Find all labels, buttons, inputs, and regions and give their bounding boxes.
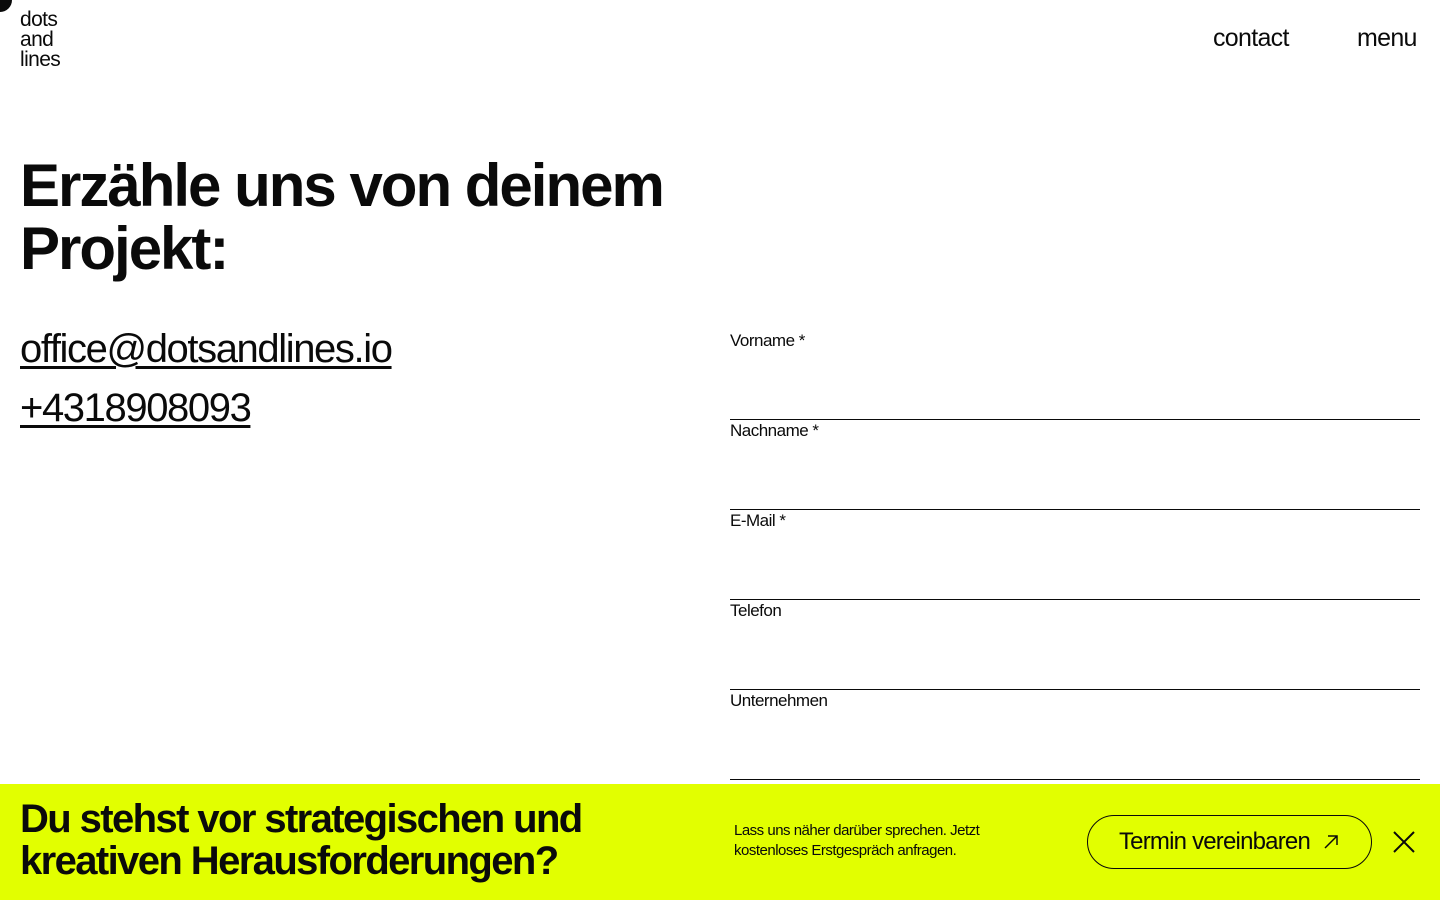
email-field: E-Mail * bbox=[730, 510, 1420, 600]
last-name-label: Nachname * bbox=[730, 421, 819, 440]
company-label: Unternehmen bbox=[730, 691, 828, 710]
company-input[interactable] bbox=[730, 741, 1420, 775]
page-title: Erzähle uns von deinem Projekt: bbox=[20, 152, 665, 282]
email-input[interactable] bbox=[730, 561, 1420, 595]
phone-input[interactable] bbox=[730, 651, 1420, 685]
banner-text: Lass uns näher darüber sprechen. Jetzt k… bbox=[734, 822, 980, 859]
phone-field: Telefon bbox=[730, 600, 1420, 690]
book-appointment-button[interactable]: Termin vereinbaren bbox=[1087, 815, 1372, 869]
phone-link[interactable]: +4318908093 bbox=[20, 379, 392, 438]
phone-label: Telefon bbox=[730, 601, 782, 620]
first-name-label: Vorname * bbox=[730, 331, 805, 350]
contact-form: Vorname * Nachname * E-Mail * Telefon Un… bbox=[730, 330, 1420, 780]
contact-links: office@dotsandlines.io +4318908093 bbox=[20, 320, 393, 438]
company-field: Unternehmen bbox=[730, 690, 1420, 780]
logo[interactable]: dots and lines bbox=[20, 8, 61, 71]
last-name-field: Nachname * bbox=[730, 420, 1420, 510]
logo-line-lines: lines bbox=[20, 48, 61, 71]
cta-banner: Du stehst vor strategischen und kreative… bbox=[0, 784, 1440, 900]
first-name-field: Vorname * bbox=[730, 330, 1420, 420]
first-name-input[interactable] bbox=[730, 381, 1420, 415]
close-icon bbox=[1393, 831, 1415, 853]
arrow-up-right-icon bbox=[1324, 835, 1338, 849]
cursor-dot bbox=[0, 0, 12, 12]
page: dots and lines contact menu Erzähle uns … bbox=[0, 0, 1440, 900]
logo-line-dots: dots bbox=[20, 8, 58, 31]
logo-line-and: and bbox=[20, 28, 54, 51]
email-link[interactable]: office@dotsandlines.io bbox=[20, 320, 393, 379]
email-label: E-Mail * bbox=[730, 511, 786, 530]
last-name-input[interactable] bbox=[730, 471, 1420, 505]
nav-menu-button[interactable]: menu bbox=[1357, 24, 1417, 53]
nav-contact-link[interactable]: contact bbox=[1213, 24, 1289, 53]
banner-title: Du stehst vor strategischen und kreative… bbox=[20, 797, 583, 883]
book-appointment-label: Termin vereinbaren bbox=[1118, 828, 1311, 855]
close-banner-button[interactable] bbox=[1392, 830, 1416, 854]
